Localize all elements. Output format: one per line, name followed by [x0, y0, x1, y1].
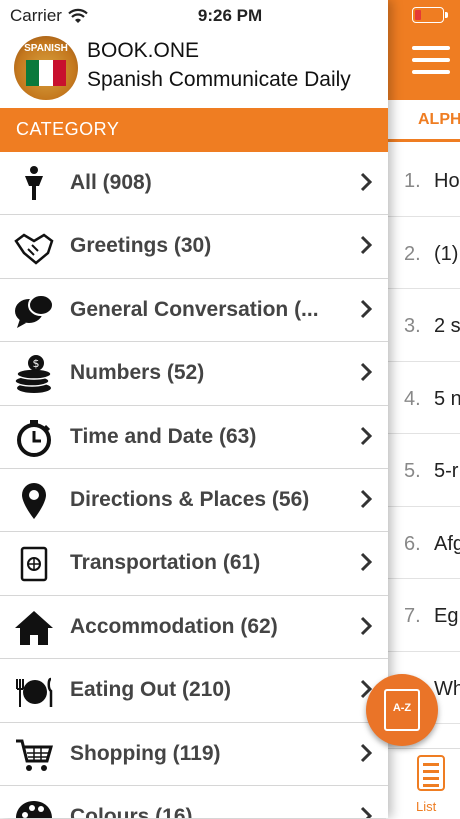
category-label: Colours (16)	[70, 804, 193, 818]
app-logo: SPANISH	[14, 36, 78, 100]
category-item-directions-places[interactable]: Directions & Places (56)	[0, 469, 388, 533]
chevron-right-icon	[360, 363, 372, 382]
chevron-right-icon	[360, 616, 372, 635]
category-item-numbers[interactable]: $ Numbers (52)	[0, 342, 388, 406]
item-text: Eg	[434, 605, 459, 627]
chevron-right-icon	[360, 553, 372, 572]
item-text: (1)	[434, 242, 459, 265]
drawer-header: SPANISH BOOK.ONE Spanish Communicate Dai…	[0, 30, 388, 108]
item-number: 1.	[404, 170, 421, 192]
item-number: 7.	[404, 605, 421, 627]
handshake-icon	[14, 233, 54, 266]
category-label: General Conversation (...	[70, 297, 319, 321]
bottom-tab-bar: List	[386, 748, 460, 819]
category-item-shopping[interactable]: Shopping (119)	[0, 723, 388, 786]
category-label: Transportation (61)	[70, 551, 261, 575]
fab-label: A-Z	[392, 702, 412, 714]
category-label: Shopping (119)	[70, 741, 221, 765]
chevron-right-icon	[360, 172, 372, 192]
dining-icon	[16, 677, 53, 708]
item-number: 6.	[404, 532, 421, 555]
list-icon[interactable]	[417, 755, 445, 791]
passport-icon	[20, 547, 48, 582]
cart-icon	[16, 739, 53, 771]
category-label: Eating Out (210)	[70, 678, 232, 702]
status-bar: Carrier 9:26 PM	[0, 0, 460, 30]
category-header-label: CATEGORY	[16, 119, 120, 139]
category-item-general-conversation[interactable]: General Conversation (...	[0, 279, 388, 343]
stopwatch-icon	[17, 419, 51, 457]
category-label: Time and Date (63)	[70, 424, 257, 448]
category-label: Greetings (30)	[70, 234, 212, 258]
list-item[interactable]: 4. 5 n	[386, 362, 460, 434]
svg-text:$: $	[33, 357, 40, 370]
list-item[interactable]: 1. Ho	[386, 144, 460, 217]
chat-bubbles-icon	[15, 293, 54, 328]
category-label: Accommodation (62)	[70, 614, 278, 638]
category-item-all[interactable]: All (908)	[0, 152, 388, 216]
logo-text: SPANISH	[24, 43, 68, 54]
category-list: All (908) Greetings (30) General Convers…	[0, 152, 388, 818]
category-item-greetings[interactable]: Greetings (30)	[0, 215, 388, 279]
item-text: 2 s	[434, 315, 460, 337]
dictionary-book-icon: A-Z	[384, 689, 420, 731]
tab-label: ALPH	[418, 111, 460, 128]
clock: 9:26 PM	[197, 6, 263, 25]
item-number: 2.	[404, 242, 421, 265]
chevron-right-icon	[360, 299, 372, 318]
chevron-right-icon	[360, 426, 372, 445]
battery-icon	[412, 7, 448, 23]
side-drawer: SPANISH BOOK.ONE Spanish Communicate Dai…	[0, 0, 388, 818]
tab-alphabetical[interactable]: ALPH	[386, 100, 460, 142]
category-label: Directions & Places (56)	[70, 487, 310, 511]
mexico-flag-icon	[26, 60, 66, 86]
item-number: 4.	[404, 387, 421, 410]
az-index-button[interactable]: A-Z	[366, 674, 438, 746]
category-label: Numbers (52)	[70, 361, 205, 385]
app-title: BOOK.ONE	[87, 39, 200, 62]
item-text: 5 n	[434, 387, 460, 410]
list-item[interactable]: 5. 5-r	[386, 434, 460, 507]
item-text: Wh	[434, 677, 460, 700]
chevron-right-icon	[360, 489, 372, 509]
coins-icon: $	[14, 355, 52, 394]
category-item-colours[interactable]: Colours (16)	[0, 786, 388, 818]
location-pin-icon	[22, 482, 46, 519]
chevron-right-icon	[360, 743, 372, 762]
list-tab-label[interactable]: List	[416, 799, 436, 814]
category-item-accommodation[interactable]: Accommodation (62)	[0, 596, 388, 660]
category-label: All (908)	[70, 171, 152, 194]
item-text: 5-r	[434, 460, 459, 482]
item-number: 3.	[404, 315, 421, 337]
category-header: CATEGORY	[0, 108, 388, 152]
category-item-transportation[interactable]: Transportation (61)	[0, 532, 388, 596]
chevron-right-icon	[360, 806, 372, 818]
item-text: Afg	[434, 532, 460, 555]
chevron-right-icon	[360, 236, 372, 255]
category-item-time-and-date[interactable]: Time and Date (63)	[0, 406, 388, 469]
list-item[interactable]: 2. (1)	[386, 217, 460, 289]
item-number: 5.	[404, 460, 421, 482]
menu-icon[interactable]	[412, 46, 450, 82]
app-subtitle: Spanish Communicate Daily	[87, 68, 351, 91]
palette-icon	[16, 800, 52, 818]
category-item-eating-out[interactable]: Eating Out (210)	[0, 659, 388, 723]
list-item[interactable]: 6. Afg	[386, 507, 460, 579]
house-icon	[15, 610, 53, 645]
person-icon	[25, 166, 43, 200]
list-item[interactable]: 3. 2 s	[386, 289, 460, 362]
item-text: Ho	[434, 170, 460, 192]
list-item[interactable]: 7. Eg	[386, 579, 460, 652]
phrase-list: 1.Ho 2.(1) 3.2 s 4.5 n 5.5-r 6.Afg 7.Eg …	[386, 144, 460, 724]
